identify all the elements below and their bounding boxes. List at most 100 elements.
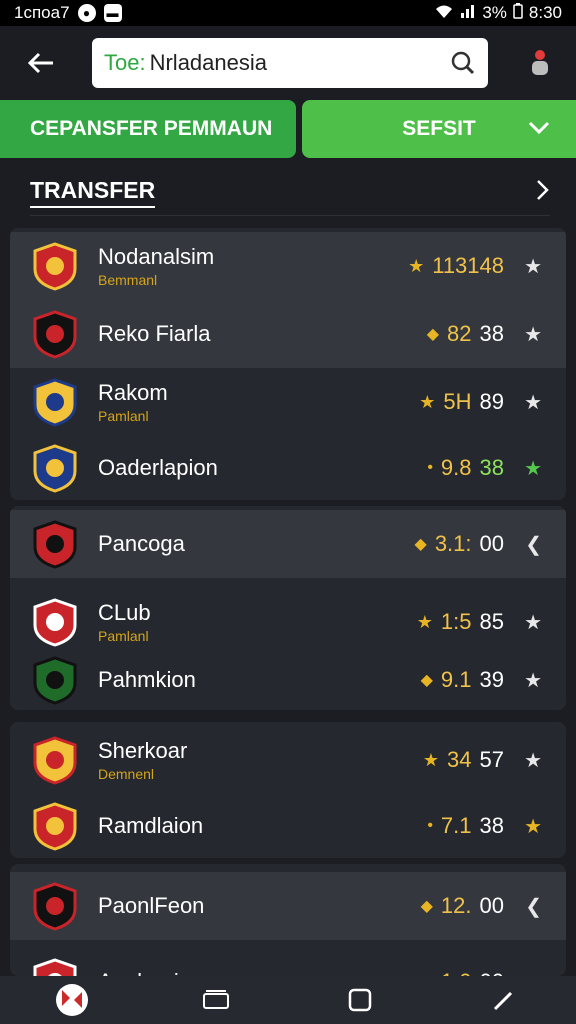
favorite-star-icon[interactable]: ★ <box>524 456 542 481</box>
nav-cards[interactable] <box>196 980 236 1020</box>
chevron-left-icon[interactable]: ❮ <box>525 894 542 919</box>
favorite-star-icon[interactable]: ★ <box>524 322 542 347</box>
clock: 8:30 <box>528 3 562 22</box>
search-icon[interactable] <box>450 50 476 76</box>
tab-label: CEPANSFER PEMMAUN <box>30 117 273 140</box>
message-icon: ▬ <box>103 4 122 22</box>
score-value: 00 <box>479 531 504 556</box>
player-name: Sherkoar <box>98 738 188 763</box>
transfer-card: Nodanalsim Bemmanl ★ 113148 ★ Reko Fiarla ◆ 82… <box>10 228 566 500</box>
rating-value: 113148 <box>432 253 504 278</box>
player-values: • 9.8 38 <box>427 455 504 481</box>
list-item[interactable]: Sherkoar Demnenl ★ 34 57 ★ <box>10 726 566 794</box>
player-info: Reko Fiarla <box>98 321 210 347</box>
user-icon <box>532 50 548 75</box>
score-value: 38 <box>479 455 504 480</box>
ball-icon <box>56 984 88 1016</box>
favorite-star-icon[interactable]: ★ <box>524 254 542 279</box>
score-value: 57 <box>479 747 504 772</box>
club-crest-icon <box>30 801 80 851</box>
search-bar[interactable]: Toe: Nrladanesia <box>92 38 488 88</box>
club-crest-icon <box>30 881 80 931</box>
star-icon: ★ <box>422 749 440 770</box>
rating-value: 34 <box>447 747 472 772</box>
player-values: ◆ 3.1: 00 <box>415 531 505 557</box>
player-values: ◆ 82 38 <box>427 321 504 347</box>
player-name: Pancoga <box>98 531 185 556</box>
chevron-right-icon[interactable] <box>536 177 550 208</box>
rating-value: 12. <box>440 893 472 918</box>
favorite-star-icon[interactable]: ★ <box>524 748 542 773</box>
rating-value: 7.1 <box>440 813 472 838</box>
transfer-card: Pancoga ◆ 3.1: 00 ❮ CLub Pamlanl ★ 1:5 85 ★ Pahmk… <box>10 506 566 710</box>
bottom-navigation <box>0 976 576 1024</box>
player-info: Sherkoar Demnenl <box>98 738 187 782</box>
score-value: 00 <box>479 893 504 918</box>
search-input[interactable]: Nrladanesia <box>150 50 450 76</box>
rating-value: 3.1: <box>434 531 472 556</box>
player-values: ★ 113148 <box>408 253 504 279</box>
club-crest-icon <box>30 655 80 705</box>
section-title: TRANSFER <box>30 177 156 208</box>
battery-icon <box>513 2 523 24</box>
rating-value: 9.1 <box>440 667 472 692</box>
player-info: CLub Pamlanl <box>98 600 151 644</box>
rating-value: 5H <box>443 389 472 414</box>
transfer-card: PaonlFeon ◆ 12. 00 ❮ Anghaoin ◆ 1.0 00 <box>10 864 566 976</box>
player-name: PaonlFeon <box>98 893 205 918</box>
carrier-text: 1споа7 <box>14 3 70 22</box>
player-name: Rakom <box>98 380 168 405</box>
player-name: Ramdlaion <box>98 813 204 838</box>
favorite-star-icon[interactable]: ★ <box>524 390 542 415</box>
list-item[interactable]: Nodanalsim Bemmanl ★ 113148 ★ <box>10 232 566 300</box>
player-position: Pamlanl <box>98 628 149 644</box>
status-bar: 1споа7 ● ▬ 3% 8:30 <box>0 0 576 26</box>
tab-label: SEFSIT <box>402 117 476 140</box>
top-bar: Toe: Nrladanesia <box>0 26 576 100</box>
rating-value: 82 <box>447 321 472 346</box>
tab-bar: CEPANSFER PEMMAUN SEFSIT <box>0 100 576 158</box>
tab-sefsit[interactable]: SEFSIT <box>302 100 576 158</box>
nav-edit[interactable] <box>484 980 524 1020</box>
diamond-icon: ◆ <box>426 326 440 343</box>
player-name: Reko Fiarla <box>98 321 211 346</box>
player-values: ◆ 12. 00 <box>421 893 504 919</box>
favorite-star-icon[interactable]: ★ <box>524 610 542 635</box>
player-info: Pahmkion <box>98 667 196 693</box>
profile-button[interactable] <box>520 43 560 83</box>
score-value: 89 <box>479 389 504 414</box>
section-header: TRANSFER <box>30 170 550 216</box>
player-values: ◆1.000 <box>421 969 504 976</box>
player-info: Oaderlapion <box>98 455 218 481</box>
diamond-icon: ◆ <box>420 672 433 689</box>
score-value: 39 <box>479 667 504 692</box>
player-name: Oaderlapion <box>98 455 218 480</box>
player-info: Ramdlaion <box>98 813 203 839</box>
player-info: Pancoga <box>98 531 185 557</box>
list-item[interactable]: Pahmkion ◆ 9.1 39 ★ <box>10 646 566 710</box>
diamond-icon: ◆ <box>414 536 427 553</box>
player-name: Nodanalsim <box>98 244 215 269</box>
list-item[interactable]: Anghaoin◆1.000 <box>10 948 566 976</box>
rating-value: 1:5 <box>440 609 472 634</box>
list-item[interactable]: Pancoga ◆ 3.1: 00 ❮ <box>10 510 566 578</box>
search-prefix: Toe: <box>104 50 146 75</box>
chevron-down-icon[interactable] <box>528 114 550 142</box>
favorite-star-icon[interactable]: ★ <box>524 814 542 839</box>
nav-square[interactable] <box>340 980 380 1020</box>
list-item[interactable]: Oaderlapion • 9.8 38 ★ <box>10 434 566 500</box>
club-crest-icon <box>30 957 80 976</box>
dot-icon: • <box>427 817 433 834</box>
list-item[interactable]: Ramdlaion • 7.1 38 ★ <box>10 792 566 858</box>
favorite-star-icon[interactable]: ★ <box>524 668 542 693</box>
list-item[interactable]: PaonlFeon ◆ 12. 00 ❮ <box>10 872 566 940</box>
score-value: 85 <box>479 609 504 634</box>
dot-icon: • <box>427 459 433 476</box>
nav-ball[interactable] <box>52 980 92 1020</box>
club-crest-icon <box>30 597 80 647</box>
list-item[interactable]: Reko Fiarla ◆ 82 38 ★ <box>10 300 566 368</box>
chevron-left-icon[interactable]: ❮ <box>525 532 542 557</box>
list-item[interactable]: Rakom Pamlanl ★ 5H 89 ★ <box>10 368 566 436</box>
back-button[interactable] <box>16 38 66 88</box>
tab-transfer-pemain[interactable]: CEPANSFER PEMMAUN <box>0 100 296 158</box>
